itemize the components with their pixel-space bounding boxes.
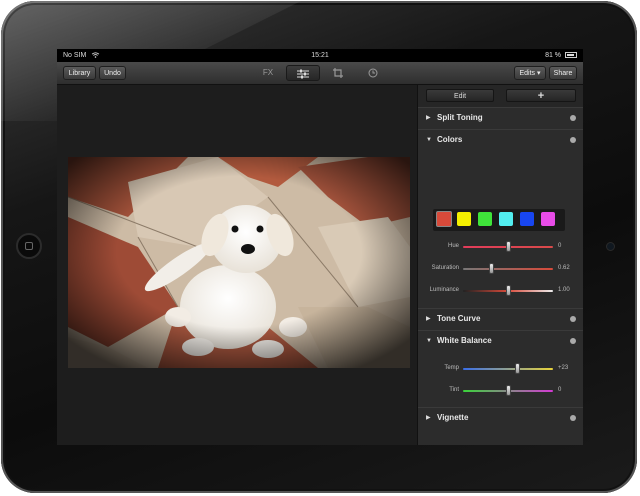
share-button[interactable]: Share xyxy=(549,66,577,80)
section-label: Split Toning xyxy=(437,113,483,122)
hue-value: 0 xyxy=(558,243,562,249)
history-clock-icon xyxy=(368,68,378,78)
temp-track[interactable] xyxy=(463,368,553,370)
section-split-toning[interactable]: ▶ Split Toning xyxy=(418,107,583,127)
temp-slider-row: Temp +23 xyxy=(418,363,583,375)
chevron-right-icon: ▶ xyxy=(426,316,431,322)
add-button[interactable]: + xyxy=(506,89,576,102)
toggle-dot-icon[interactable] xyxy=(570,115,576,121)
temp-label: Temp xyxy=(444,365,459,371)
section-label: White Balance xyxy=(437,336,492,345)
hue-slider-knob[interactable] xyxy=(505,241,511,252)
battery-icon xyxy=(565,52,577,59)
section-colors[interactable]: ▼ Colors xyxy=(418,129,583,149)
toggle-dot-icon[interactable] xyxy=(570,338,576,344)
saturation-slider-row: Saturation 0.62 xyxy=(418,263,583,275)
swatch-magenta[interactable] xyxy=(541,212,555,226)
photo-canvas[interactable] xyxy=(57,85,417,445)
section-tone-curve[interactable]: ▶ Tone Curve xyxy=(418,308,583,328)
luminance-value: 1.00 xyxy=(558,287,570,293)
battery-status: 81 % xyxy=(545,49,577,62)
clock: 15:21 xyxy=(311,52,329,59)
puppy-photo-image xyxy=(68,157,410,368)
top-toolbar: Library Undo FX Edits ▾ Share xyxy=(57,62,583,85)
temp-value: +23 xyxy=(558,365,569,371)
temp-slider-knob[interactable] xyxy=(514,363,520,374)
crop-icon xyxy=(333,67,343,78)
chevron-down-icon: ▼ xyxy=(426,338,432,344)
hue-slider-row: Hue 0 xyxy=(418,241,583,253)
saturation-label: Saturation xyxy=(431,265,459,271)
saturation-track[interactable] xyxy=(463,268,553,270)
tint-label: Tint xyxy=(449,387,459,393)
toggle-dot-icon[interactable] xyxy=(570,316,576,322)
hue-label: Hue xyxy=(447,243,459,249)
luminance-label: Luminance xyxy=(429,287,459,293)
panel-header: Edit + xyxy=(418,85,583,107)
saturation-value: 0.62 xyxy=(558,265,570,271)
puppy-photo[interactable] xyxy=(68,157,410,368)
front-camera xyxy=(606,242,615,251)
section-vignette[interactable]: ▶ Vignette xyxy=(418,407,583,427)
swatch-blue[interactable] xyxy=(520,212,534,226)
tab-crop[interactable] xyxy=(321,65,355,81)
tint-slider-knob[interactable] xyxy=(505,385,511,396)
color-swatch-picker xyxy=(433,209,565,231)
tab-history[interactable] xyxy=(356,65,390,81)
section-label: Vignette xyxy=(437,413,469,422)
home-button[interactable] xyxy=(16,233,42,259)
undo-button[interactable]: Undo xyxy=(99,66,126,80)
section-label: Tone Curve xyxy=(437,314,481,323)
toggle-dot-icon[interactable] xyxy=(570,137,576,143)
swatch-yellow[interactable] xyxy=(457,212,471,226)
app-screen: No SIM 15:21 81 % Library Undo FX Edits … xyxy=(57,49,583,445)
swatch-cyan[interactable] xyxy=(499,212,513,226)
battery-label: 81 % xyxy=(545,52,562,59)
tab-fx[interactable]: FX xyxy=(251,65,285,81)
swatch-red[interactable] xyxy=(436,211,452,227)
tab-adjust[interactable] xyxy=(286,65,320,81)
chevron-down-icon: ▼ xyxy=(426,137,432,143)
section-label: Colors xyxy=(437,135,463,144)
section-white-balance[interactable]: ▼ White Balance xyxy=(418,330,583,350)
edits-dropdown-button[interactable]: Edits ▾ xyxy=(514,66,546,80)
sliders-icon xyxy=(297,69,309,79)
saturation-slider-knob[interactable] xyxy=(489,263,495,274)
adjustments-panel: Edit + ▶ Split Toning ▼ Colors Hue 0 Sat… xyxy=(417,85,583,445)
status-bar: No SIM 15:21 81 % xyxy=(57,49,583,62)
library-button[interactable]: Library xyxy=(63,66,96,80)
ipad-bezel: No SIM 15:21 81 % Library Undo FX Edits … xyxy=(1,1,637,493)
tint-slider-row: Tint 0 xyxy=(418,385,583,397)
toggle-dot-icon[interactable] xyxy=(570,415,576,421)
luminance-slider-knob[interactable] xyxy=(505,285,511,296)
edit-button[interactable]: Edit xyxy=(426,89,494,102)
luminance-slider-row: Luminance 1.00 xyxy=(418,285,583,297)
chevron-right-icon: ▶ xyxy=(426,415,431,421)
chevron-right-icon: ▶ xyxy=(426,115,431,121)
swatch-green[interactable] xyxy=(478,212,492,226)
tint-value: 0 xyxy=(558,387,562,393)
